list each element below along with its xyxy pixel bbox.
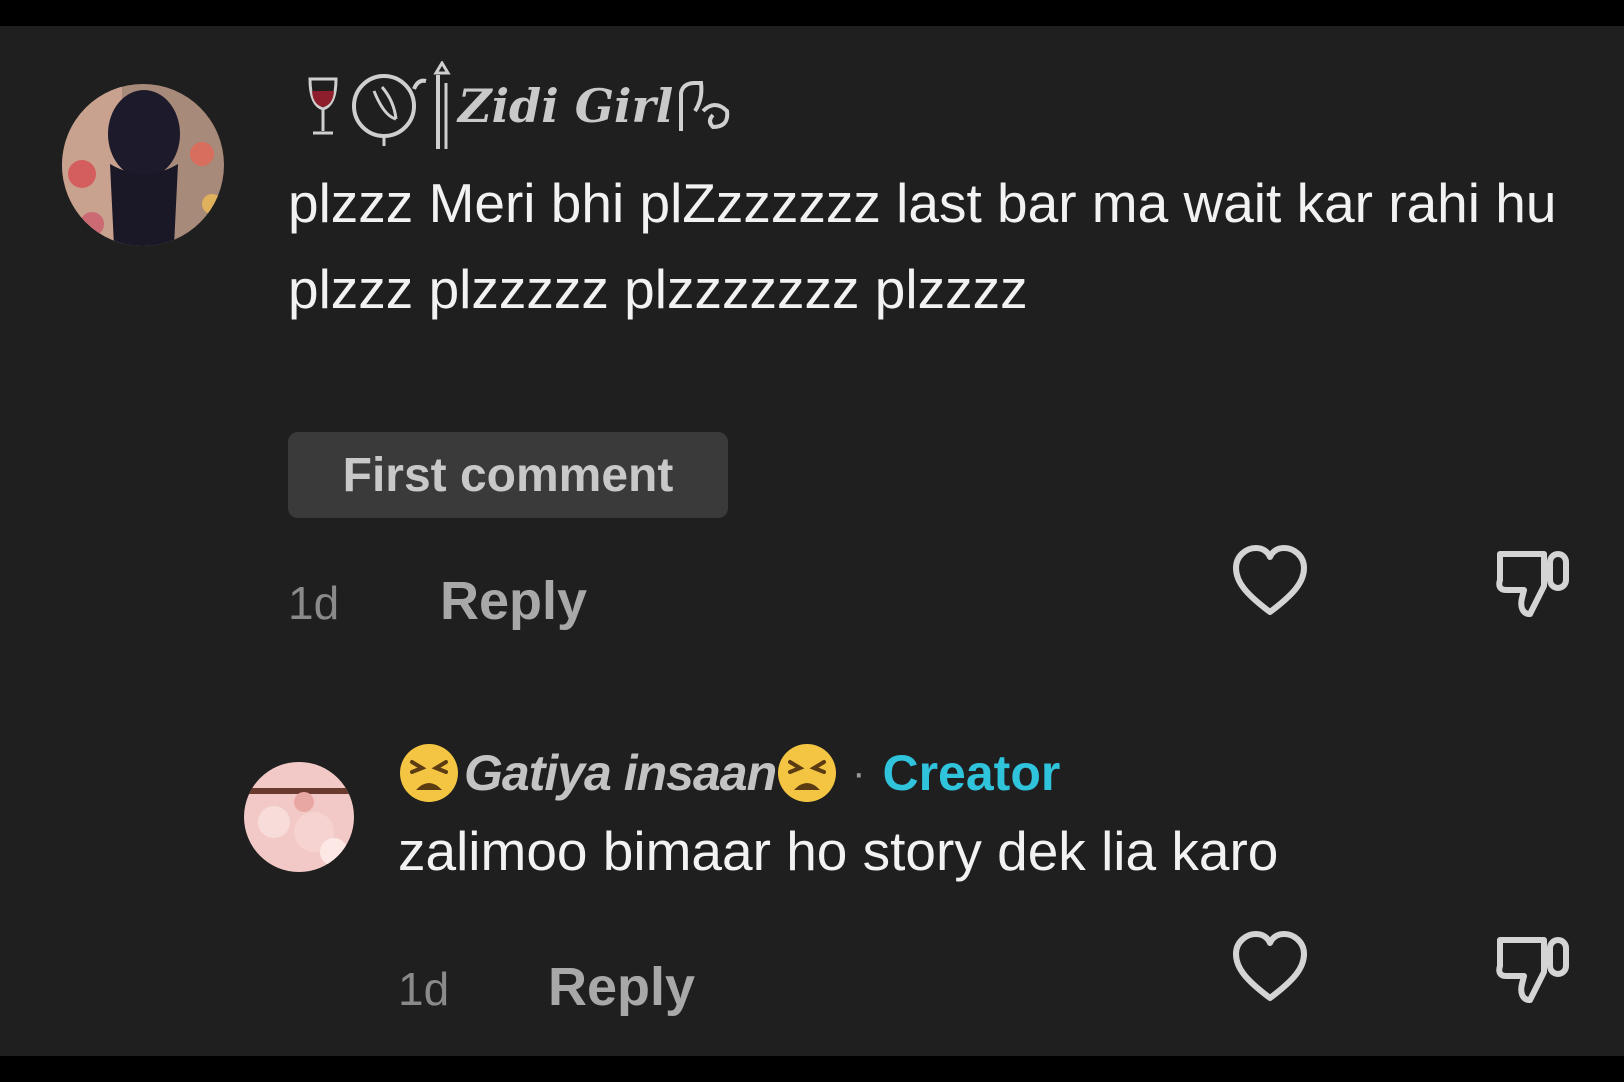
comment-text: plzzz Meri bhi plZzzzzzz last bar ma wai… (288, 172, 1557, 320)
tired-face-emoji-icon (776, 742, 838, 804)
reply-timestamp: 1d (398, 963, 450, 1015)
comments-panel: Zidi Girl plzzz Meri bhi plZzzzzzz last … (0, 26, 1624, 1056)
reply-to-reply-button[interactable]: Reply (548, 956, 695, 1018)
comment-timestamp: 1d (288, 577, 340, 629)
letterbox-bottom (0, 1056, 1624, 1082)
commenter-username[interactable]: Zidi Girl (306, 60, 735, 149)
first-comment-badge: First comment (288, 432, 728, 518)
ornament-icon (346, 60, 456, 151)
reply-username-text: Gatiya insaan (464, 745, 777, 801)
dislike-icon[interactable] (1492, 540, 1576, 624)
creator-badge: Creator (882, 745, 1061, 801)
swirl-icon (673, 71, 735, 141)
dislike-icon[interactable] (1492, 926, 1576, 1010)
like-heart-icon[interactable] (1228, 540, 1312, 624)
letterbox-top (0, 0, 1624, 26)
reply-username[interactable]: Gatiya insaan · Creator (398, 738, 1060, 808)
tired-face-emoji-icon (398, 742, 460, 804)
reply-text: zalimoo bimaar ho story dek lia karo (398, 820, 1279, 882)
commenter-avatar[interactable] (62, 84, 224, 246)
like-heart-icon[interactable] (1228, 926, 1312, 1010)
reply-button[interactable]: Reply (440, 570, 587, 632)
wine-glass-icon (306, 71, 340, 141)
separator-dot: · (852, 750, 865, 795)
reply-avatar[interactable] (244, 762, 354, 872)
commenter-username-text: Zidi Girl (458, 79, 674, 133)
